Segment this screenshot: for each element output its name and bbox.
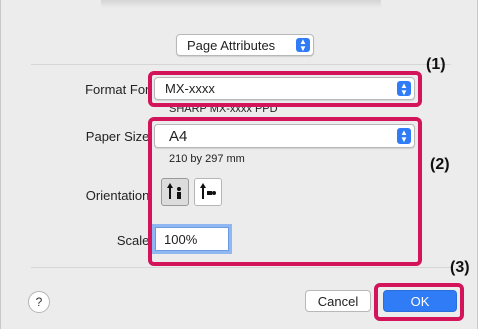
divider-bottom: [31, 267, 451, 268]
callout-box-1: [148, 71, 422, 107]
settings-menu-popup[interactable]: Page Attributes ▲ ▼: [176, 34, 314, 56]
settings-menu-value: Page Attributes: [187, 37, 276, 53]
paper-size-label: Paper Size:: [85, 129, 153, 144]
callout-number-2: (2): [430, 156, 450, 173]
callout-number-1: (1): [426, 56, 446, 73]
scale-label: Scale:: [116, 233, 153, 248]
chevron-updown-icon: ▲ ▼: [296, 38, 310, 53]
sheet-top-shadow: [101, 0, 381, 8]
callout-box-3: [374, 283, 464, 321]
callout-box-2: [148, 117, 422, 266]
orientation-label: Orientation:: [85, 188, 153, 203]
cancel-button[interactable]: Cancel: [305, 290, 371, 312]
format-for-label: Format For:: [85, 82, 153, 97]
divider-top: [31, 64, 451, 65]
help-button[interactable]: ?: [28, 291, 50, 313]
callout-number-3: (3): [450, 259, 470, 276]
